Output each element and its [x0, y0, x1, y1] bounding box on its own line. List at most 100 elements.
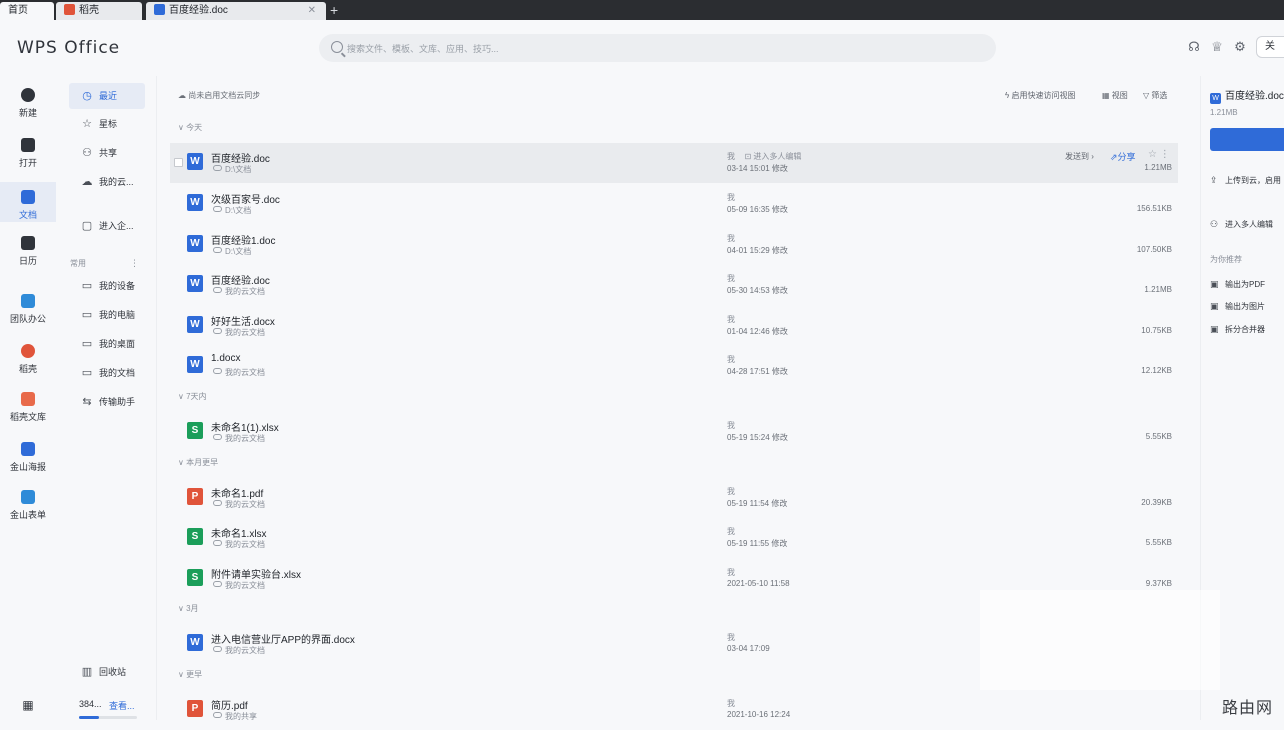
word-icon: W [187, 235, 203, 252]
file-row[interactable]: W 1.docx 我的云文档 我 04-28 17:51 修改 12.12KB [170, 346, 1178, 386]
export-pdf-action[interactable]: ▣ 输出为PDF [1210, 279, 1265, 290]
word-icon [154, 4, 165, 15]
file-location: 我的云文档 [225, 646, 265, 655]
word-icon: W [187, 153, 203, 170]
share-icon: ⇗ [1110, 152, 1118, 162]
file-row[interactable]: W 百度经验1.doc D:\文档 我 04-01 15:29 修改 107.50KB [170, 225, 1178, 265]
file-name[interactable]: 未命名1.pdf [211, 485, 263, 500]
file-modified-time: 04-01 15:29 修改 [727, 246, 788, 255]
file-owner: 我 [727, 274, 735, 283]
filter-button[interactable]: ▽ 筛选 [1143, 90, 1167, 101]
gear-icon[interactable]: ⚙ [1233, 40, 1247, 54]
more-icon[interactable]: ☆ ⋮ [1148, 149, 1170, 160]
file-name[interactable]: 百度经验.doc [211, 150, 270, 165]
file-row[interactable]: S 未命名1(1).xlsx 我的云文档 我 05-19 15:24 修改 5.55KB [170, 412, 1178, 452]
file-name[interactable]: 次级百家号.doc [211, 191, 280, 206]
file-row[interactable]: W 百度经验.doc 我的云文档 我 05-30 14:53 修改 1.21MB [170, 265, 1178, 305]
apps-grid-icon[interactable]: ▦ [0, 698, 56, 716]
close-icon[interactable]: ✕ [308, 2, 316, 20]
nav-item-device[interactable]: ▭ 我的设备 [69, 273, 145, 299]
rail-item-new[interactable]: 新建 [0, 86, 56, 122]
file-name[interactable]: 百度经验1.doc [211, 232, 275, 247]
split-merge-action[interactable]: ▣ 拆分合并器 [1210, 324, 1265, 335]
file-row[interactable]: P 简历.pdf 我的共享 我 2021-10-16 12:24 [170, 690, 1178, 730]
nav-item-transfer[interactable]: ⇆ 传输助手 [69, 389, 145, 415]
nav-item-label: 星标 [99, 119, 118, 129]
header-action-label: 关 [1265, 41, 1275, 52]
tab-daoke[interactable]: 稻壳 [56, 2, 142, 20]
file-name[interactable]: 附件请单实验台.xlsx [211, 566, 301, 581]
file-row[interactable]: W 好好生活.docx 我的云文档 我 01-04 12:46 修改 10.75KB [170, 306, 1178, 346]
nav-item-recycle[interactable]: ▥ 回收站 [69, 659, 145, 685]
file-name[interactable]: 好好生活.docx [211, 313, 275, 328]
file-name[interactable]: 1.docx [211, 353, 240, 364]
export-image-action[interactable]: ▣ 输出为图片 [1210, 301, 1265, 312]
nav-item-starred[interactable]: ☆ 星标 [69, 111, 145, 137]
rail-item-calendar[interactable]: 日历 [0, 234, 56, 270]
storage-link[interactable]: 查看... [109, 699, 135, 712]
file-size: 1.21MB [1144, 285, 1172, 294]
tab-document[interactable]: 百度经验.doc ✕ [146, 2, 326, 20]
send-to-button[interactable]: 发送到 › [1065, 151, 1094, 162]
nav-item-label: 最近 [99, 91, 118, 101]
upload-cloud-action[interactable]: ⇪ 上传到云，启用 [1210, 175, 1281, 186]
word-icon: W [187, 634, 203, 651]
document-icon [21, 190, 35, 204]
word-icon: W [187, 356, 203, 373]
row-checkbox[interactable] [174, 158, 183, 167]
file-name[interactable]: 未命名1.xlsx [211, 525, 267, 540]
headset-icon[interactable]: ☊ [1187, 40, 1201, 54]
rail-item-team[interactable]: 团队办公 [0, 292, 56, 328]
nav-item-computer[interactable]: ▭ 我的电脑 [69, 302, 145, 328]
cloud-icon [213, 500, 222, 506]
clock-icon: ◷ [82, 90, 92, 102]
file-name[interactable]: 百度经验.doc [211, 272, 270, 287]
file-row[interactable]: P 未命名1.pdf 我的云文档 我 05-19 11:54 修改 20.39KB [170, 478, 1178, 518]
nav-item-desktop[interactable]: ▭ 我的桌面 [69, 331, 145, 357]
quick-view-button[interactable]: ϟ 启用快速访问视图 [1005, 90, 1075, 101]
file-size: 156.51KB [1136, 204, 1172, 213]
group-label[interactable]: ∨ 本月更早 [178, 457, 218, 468]
file-name[interactable]: 未命名1(1).xlsx [211, 419, 279, 434]
pdf-export-icon: ▣ [1210, 279, 1219, 289]
view-button[interactable]: ▦ 视图 [1102, 90, 1128, 101]
rail-item-open[interactable]: 打开 [0, 136, 56, 172]
share-button[interactable]: ⇗分享 [1110, 150, 1136, 163]
nav-item-label: 回收站 [99, 667, 127, 677]
file-row[interactable]: W 百度经验.doc D:\文档 我 ⊡ 进入多人编辑 03-14 15:01 修改 1.… [170, 143, 1178, 183]
rail-item-poster[interactable]: 金山海报 [0, 440, 56, 476]
skin-icon[interactable]: ♕ [1210, 40, 1224, 54]
tab-home[interactable]: 首页 [0, 2, 54, 20]
file-name[interactable]: 进入电信营业厅APP的界面.docx [211, 631, 355, 646]
collab-action[interactable]: ⚇ 进入多人编辑 [1210, 219, 1273, 230]
nav-item-my-docs[interactable]: ▭ 我的文档 [69, 360, 145, 386]
group-label[interactable]: ∨ 7天内 [178, 391, 207, 402]
panel-open-button[interactable] [1210, 128, 1284, 151]
search-bar[interactable]: 搜索文件、模板、文库、应用、技巧... [319, 34, 996, 62]
header-action-button[interactable]: 关 [1256, 36, 1284, 58]
sync-notice[interactable]: ☁ 尚未启用文档云同步 [178, 90, 260, 101]
rail-item-form[interactable]: 金山表单 [0, 488, 56, 524]
file-row[interactable]: W 次级百家号.doc D:\文档 我 05-09 16:35 修改 156.51KB [170, 184, 1178, 224]
nav-item-shared[interactable]: ⚇ 共享 [69, 140, 145, 166]
rail-item-library[interactable]: 稻壳文库 [0, 390, 56, 426]
more-icon[interactable]: ⋮ [130, 258, 139, 269]
file-location: 我的云文档 [225, 328, 265, 337]
nav-item-recent[interactable]: ◷ 最近 [69, 83, 145, 109]
new-tab-button[interactable]: + [330, 1, 338, 19]
pdf-icon: P [187, 488, 203, 505]
file-row[interactable]: S 未命名1.xlsx 我的云文档 我 05-19 11:55 修改 5.55KB [170, 518, 1178, 558]
file-location: D:\文档 [225, 206, 252, 215]
group-label[interactable]: ∨ 更早 [178, 669, 202, 680]
cloud-icon [213, 247, 222, 253]
user-icon: ⚇ [1210, 219, 1219, 229]
group-label[interactable]: ∨ 今天 [178, 122, 202, 133]
group-label[interactable]: ∨ 3月 [178, 603, 199, 614]
rail-item-daoke[interactable]: 稻壳 [0, 342, 56, 378]
nav-item-cloud[interactable]: ☁ 我的云... [69, 169, 145, 195]
rail-label: 日历 [18, 256, 37, 266]
file-name[interactable]: 简历.pdf [211, 697, 248, 712]
rail-item-documents[interactable]: 文档 [0, 182, 56, 222]
action-label: 输出为图片 [1225, 302, 1265, 311]
nav-item-enterprise[interactable]: ▢ 进入企... [69, 213, 145, 239]
